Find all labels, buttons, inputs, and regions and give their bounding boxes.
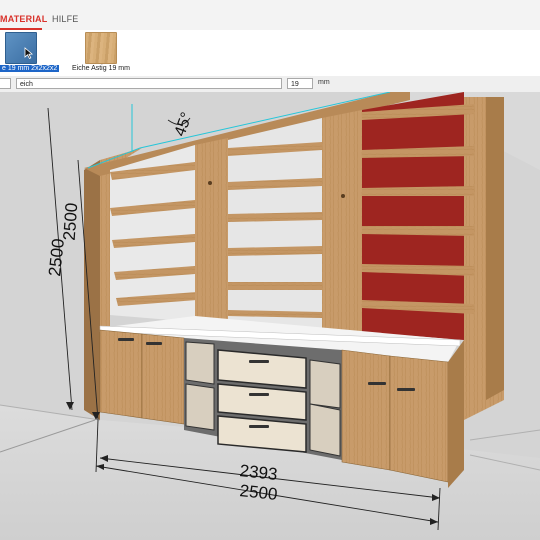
material-name-input[interactable]: eich xyxy=(16,78,282,89)
menu-tab-material[interactable]: MATERIAL xyxy=(0,14,47,24)
mouse-cursor-icon xyxy=(24,47,34,59)
door-right-1[interactable] xyxy=(341,349,391,471)
dim-text-height-inner: 2500 xyxy=(60,202,82,241)
handle-icon xyxy=(249,360,269,363)
handle-icon xyxy=(146,342,162,345)
glass-cell xyxy=(309,359,341,409)
dim-text-width-outer: 2500 xyxy=(239,481,279,504)
right-side-depth xyxy=(486,97,504,400)
material-swatch-oak[interactable] xyxy=(85,32,117,64)
property-row: eich 19 mm xyxy=(0,76,540,93)
right-lower-side xyxy=(448,340,464,488)
handle-icon xyxy=(397,388,415,391)
shelf xyxy=(228,282,322,290)
menu-tab-hilfe[interactable]: HILFE xyxy=(52,14,79,24)
thickness-unit: mm xyxy=(318,79,330,86)
glass-cell xyxy=(185,383,215,431)
divider-hole xyxy=(208,181,212,185)
glass-cell xyxy=(309,403,341,457)
property-field-left[interactable] xyxy=(0,78,11,89)
door-right-2[interactable] xyxy=(389,355,449,483)
3d-viewport[interactable]: 2500 2500 2393 2500 45° xyxy=(0,92,540,540)
handle-icon xyxy=(249,393,269,396)
handle-icon xyxy=(249,425,269,428)
dim-text-height-outer: 2500 xyxy=(45,238,68,278)
thickness-input[interactable]: 19 xyxy=(287,78,313,89)
left-side-edge xyxy=(84,160,100,420)
handle-icon xyxy=(368,382,386,385)
divider-hole xyxy=(341,194,345,198)
material-label-selected[interactable]: e 19 mm 2x2x2x2 xyxy=(0,65,60,72)
material-ribbon: e 19 mm 2x2x2x2 Eiche Astig 19 mm xyxy=(0,30,540,77)
door-left-2[interactable] xyxy=(141,333,185,425)
divider-right xyxy=(322,110,362,354)
handle-icon xyxy=(118,338,134,341)
glass-cell xyxy=(185,341,215,385)
material-label-oak[interactable]: Eiche Astig 19 mm xyxy=(72,65,130,72)
dim-text-width-inner: 2393 xyxy=(239,461,279,484)
divider-left xyxy=(195,138,228,332)
menu-bar: MATERIAL HILFE xyxy=(0,0,540,30)
door-left-1[interactable] xyxy=(99,329,143,419)
